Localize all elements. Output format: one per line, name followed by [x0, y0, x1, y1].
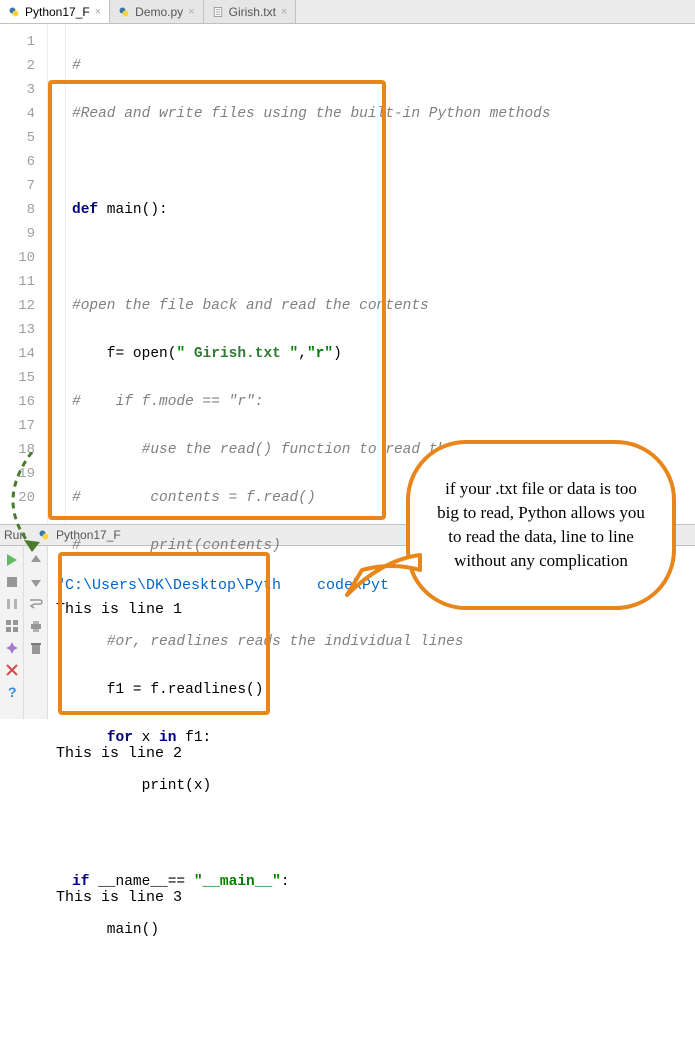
- output-line: This is line 2: [56, 742, 695, 766]
- python-file-icon: [118, 6, 130, 18]
- close-icon[interactable]: ×: [95, 6, 101, 18]
- svg-text:?: ?: [8, 684, 17, 700]
- run-toolbar-right: [24, 546, 48, 719]
- annotation-arrow-icon: [2, 452, 48, 552]
- tab-demo[interactable]: Demo.py ×: [110, 0, 203, 23]
- tab-label: Demo.py: [135, 5, 183, 19]
- pause-icon[interactable]: [4, 596, 20, 612]
- output-line: This is line 3: [56, 886, 695, 910]
- down-arrow-icon[interactable]: [28, 574, 44, 590]
- fold-column: [48, 24, 66, 524]
- editor-tabs: Python17_F × Demo.py × Girish.txt ×: [0, 0, 695, 24]
- callout-tail-icon: [342, 550, 422, 600]
- tab-label: Python17_F: [25, 5, 90, 19]
- tab-label: Girish.txt: [229, 5, 276, 19]
- wrap-icon[interactable]: [28, 596, 44, 612]
- python-file-icon: [8, 6, 20, 18]
- layout-icon[interactable]: [4, 618, 20, 634]
- pin-icon[interactable]: [4, 640, 20, 656]
- up-arrow-icon[interactable]: [28, 552, 44, 568]
- play-icon[interactable]: [4, 552, 20, 568]
- execution-path: "C:\Users\DK\Desktop\Pyth code\Pyt: [56, 577, 389, 594]
- callout-text: if your .txt file or data is too big to …: [436, 477, 646, 573]
- stop-icon[interactable]: [4, 574, 20, 590]
- tab-girish[interactable]: Girish.txt ×: [204, 0, 297, 23]
- close-icon[interactable]: ×: [188, 6, 194, 18]
- text-file-icon: [212, 6, 224, 18]
- tab-python17[interactable]: Python17_F ×: [0, 0, 110, 23]
- trash-icon[interactable]: [28, 640, 44, 656]
- close-icon[interactable]: [4, 662, 20, 678]
- run-toolbar-left: ?: [0, 546, 24, 719]
- print-icon[interactable]: [28, 618, 44, 634]
- close-icon[interactable]: ×: [281, 6, 287, 18]
- annotation-callout: if your .txt file or data is too big to …: [406, 440, 676, 610]
- help-icon[interactable]: ?: [4, 684, 20, 700]
- line-number-gutter: 1 2 3 4 5 6 7 8 9 10 11 12 13 14 15 16 1…: [0, 24, 48, 524]
